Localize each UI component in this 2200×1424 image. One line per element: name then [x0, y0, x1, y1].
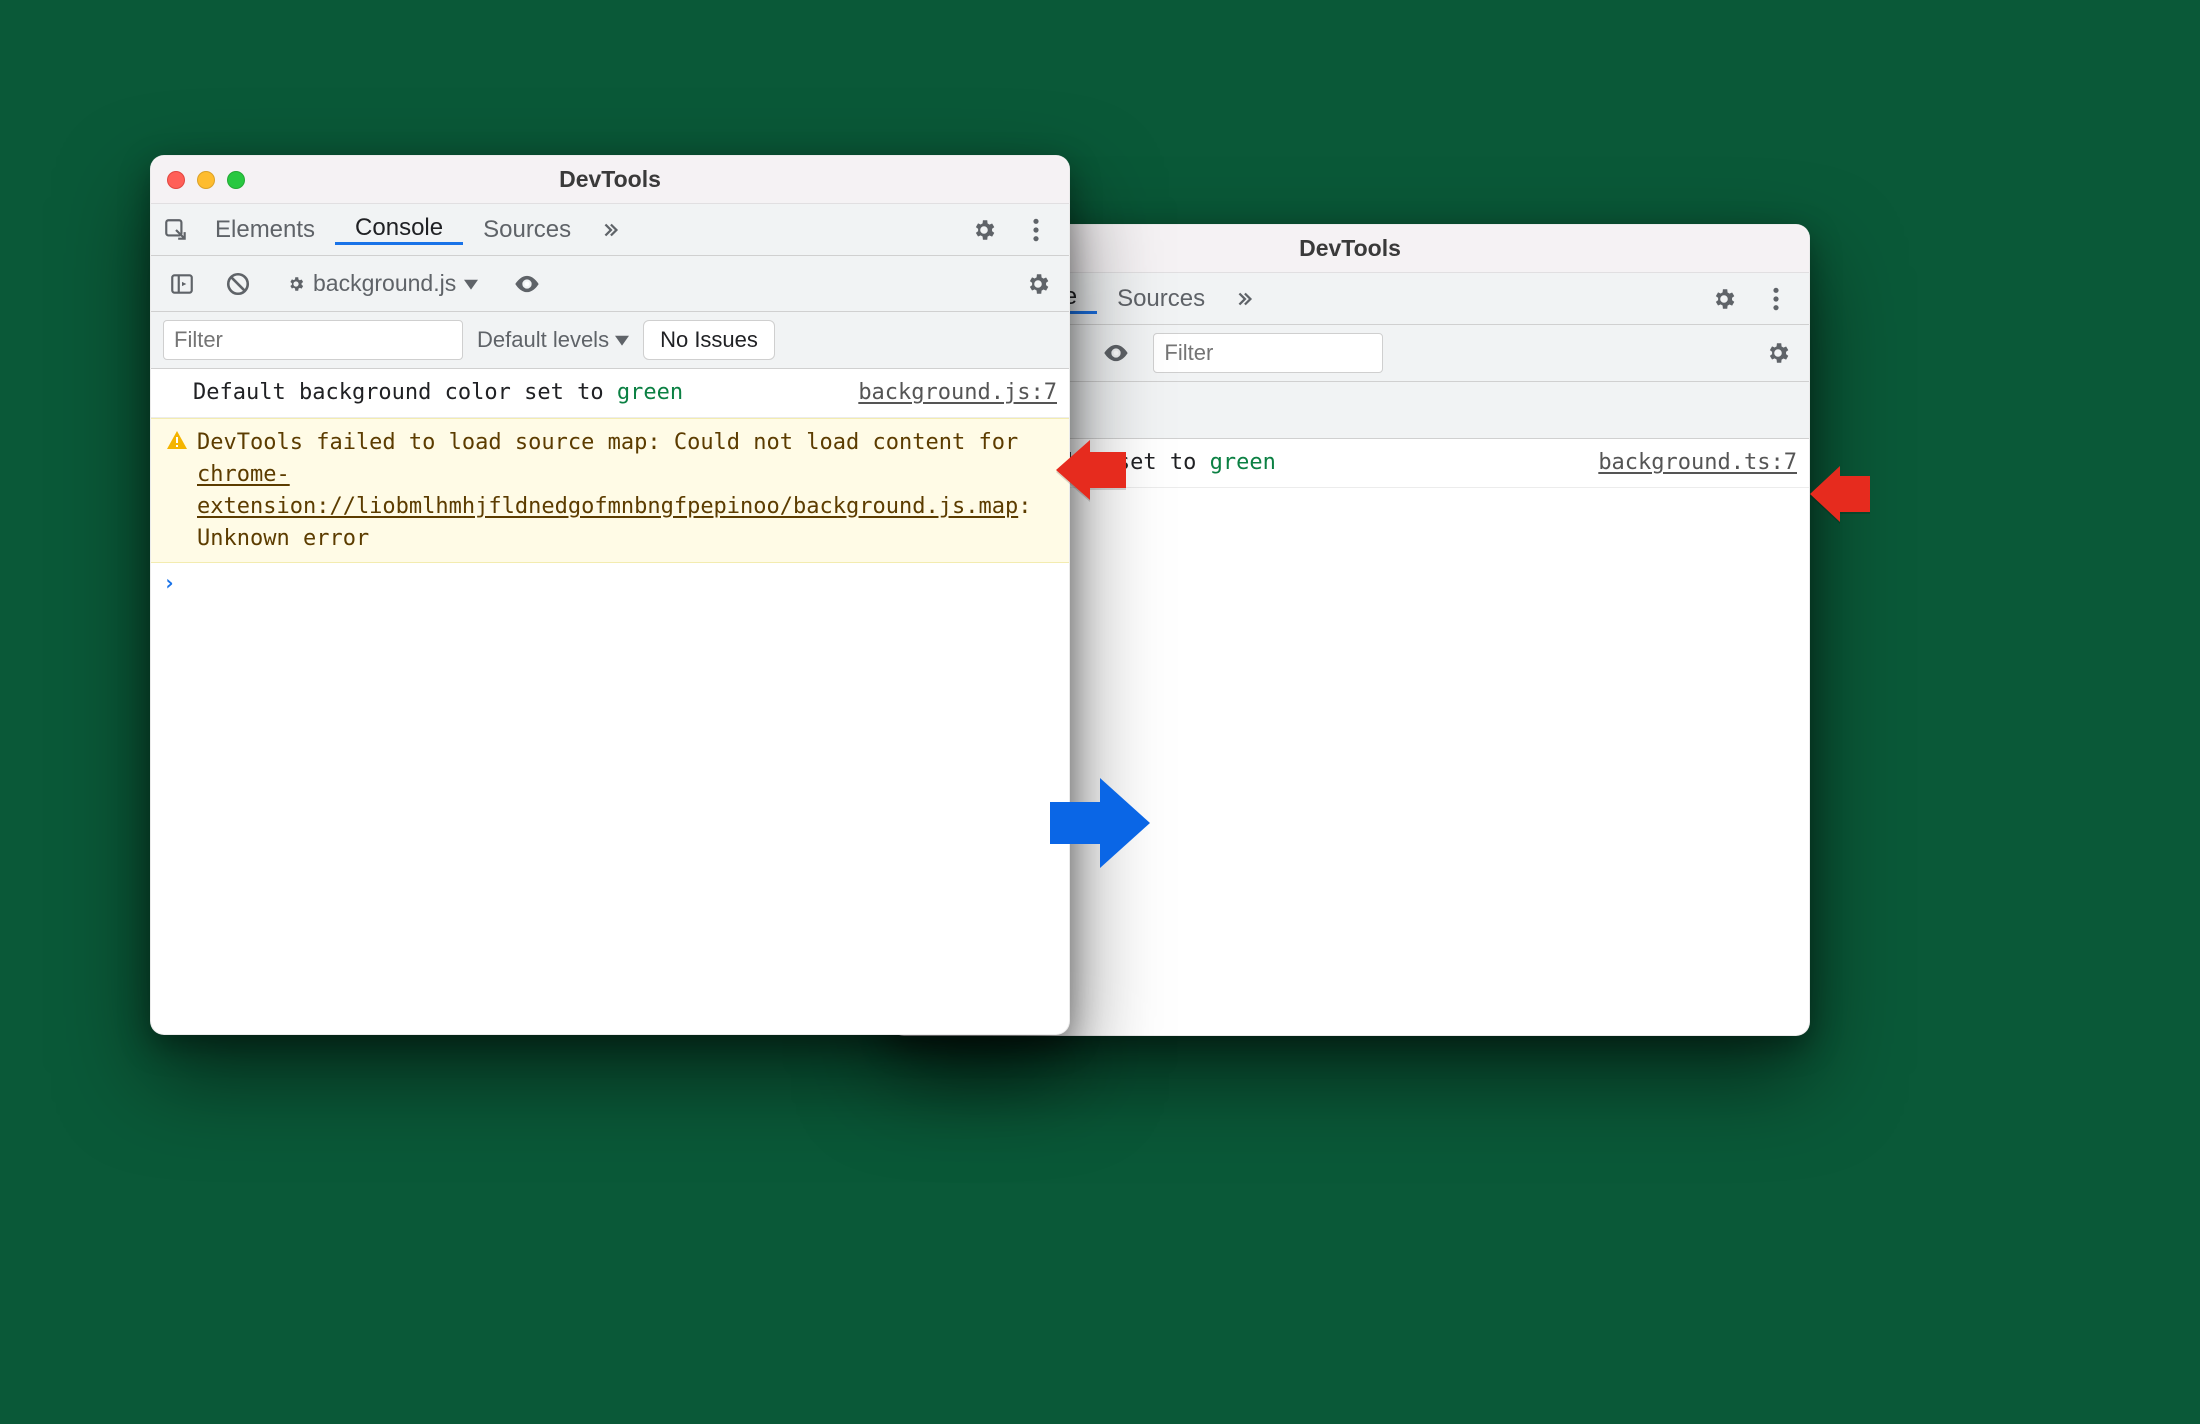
- console-settings-gear-icon[interactable]: [1759, 334, 1797, 372]
- gear-icon[interactable]: [1705, 280, 1743, 318]
- devtools-tabbar: Elements Console Sources: [151, 204, 1069, 256]
- clear-console-icon[interactable]: [219, 265, 257, 303]
- console-filterbar: Default levels No Issues: [151, 312, 1069, 369]
- tab-sources[interactable]: Sources: [1097, 285, 1225, 313]
- execution-context-selector[interactable]: background.js: [275, 266, 490, 301]
- log-source-link[interactable]: background.ts:7: [1598, 447, 1797, 479]
- log-message: DevTools failed to load source map: Coul…: [197, 427, 1057, 555]
- log-entry: Default background color set to green ba…: [151, 369, 1069, 418]
- context-label: background.js: [313, 270, 456, 297]
- tab-elements[interactable]: Elements: [195, 216, 335, 244]
- log-value-color: green: [617, 380, 683, 405]
- console-prompt[interactable]: ›: [151, 563, 1069, 603]
- gear-icon[interactable]: [965, 211, 1003, 249]
- tab-label: Console: [355, 214, 443, 242]
- annotation-blue-arrow: [1050, 778, 1150, 874]
- annotation-red-arrow-left: [1056, 440, 1126, 506]
- issues-label: No Issues: [660, 327, 758, 352]
- console-output: Default background color set to green ba…: [151, 369, 1069, 603]
- console-toolbar: background.js: [151, 256, 1069, 312]
- console-settings-gear-icon[interactable]: [1019, 265, 1057, 303]
- log-levels-dropdown[interactable]: Default levels: [477, 327, 629, 353]
- filter-input[interactable]: [163, 320, 463, 360]
- log-value-color: green: [1210, 450, 1276, 475]
- log-source-link[interactable]: background.js:7: [858, 377, 1057, 409]
- kebab-menu-icon[interactable]: [1757, 280, 1795, 318]
- tab-label: Sources: [483, 216, 571, 244]
- tab-console[interactable]: Console: [335, 214, 463, 245]
- devtools-window-left: DevTools Elements Console Sources: [150, 155, 1070, 1035]
- log-levels-label: Default levels: [477, 327, 609, 353]
- tab-label: Elements: [215, 216, 315, 244]
- live-expression-eye-icon[interactable]: [508, 265, 546, 303]
- titlebar: DevTools: [151, 156, 1069, 204]
- tab-sources[interactable]: Sources: [463, 216, 591, 244]
- toggle-console-sidebar-icon[interactable]: [163, 265, 201, 303]
- filter-input[interactable]: [1153, 333, 1383, 373]
- chevron-down-icon: [615, 333, 629, 347]
- window-title: DevTools: [151, 166, 1069, 193]
- warning-icon: [165, 429, 189, 453]
- more-tabs-icon[interactable]: [1225, 280, 1263, 318]
- tab-label: Sources: [1117, 285, 1205, 313]
- issues-button[interactable]: No Issues: [643, 320, 775, 360]
- live-expression-eye-icon[interactable]: [1097, 334, 1135, 372]
- chevron-down-icon: [464, 277, 478, 291]
- sourcemap-url-link[interactable]: chrome-extension://liobmlhmhjfldnedgofmn…: [197, 462, 1018, 519]
- log-entry-warning: DevTools failed to load source map: Coul…: [151, 418, 1069, 564]
- more-tabs-icon[interactable]: [591, 211, 629, 249]
- log-message: Default background color set to green: [193, 377, 858, 409]
- inspect-element-icon[interactable]: [157, 211, 195, 249]
- kebab-menu-icon[interactable]: [1017, 211, 1055, 249]
- annotation-red-arrow-right: [1810, 466, 1870, 528]
